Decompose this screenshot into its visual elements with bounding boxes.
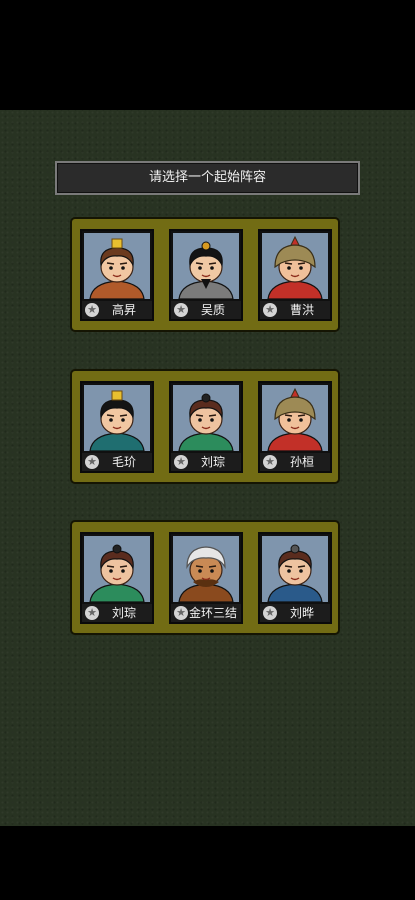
hero-portrait-crowned-official-icon [84,385,150,451]
lineup-option-2[interactable]: ★ 毛玠 ★ 刘琮 ★ 孙桓 [70,369,340,484]
hero-name: 孙桓 [289,455,314,469]
hero-portrait-crowned-boy-icon [84,233,150,299]
hero-card[interactable]: ★ 孙桓 [258,381,332,473]
star-icon: ★ [263,303,277,317]
star-icon: ★ [263,455,277,469]
hero-card[interactable]: ★ 吴质 [169,229,243,321]
hero-name: 高昇 [111,303,136,317]
hero-portrait-helmet-warrior-icon [262,385,328,451]
hero-card[interactable]: ★ 金环三结 [169,532,243,624]
hero-card[interactable]: ★ 刘琮 [169,381,243,473]
hero-name: 吴质 [200,303,225,317]
hero-nameplate: ★ 孙桓 [260,453,330,471]
hero-name: 刘晔 [289,606,314,620]
hero-name: 曹洪 [289,303,314,317]
hero-portrait-topknot-strategist-icon [262,536,328,602]
star-icon: ★ [85,303,99,317]
star-icon: ★ [85,455,99,469]
hero-portrait-helmet-general-icon [262,233,328,299]
hero-nameplate: ★ 曹洪 [260,301,330,319]
hero-nameplate: ★ 刘琮 [82,604,152,622]
hero-card[interactable]: ★ 刘晔 [258,532,332,624]
lineup-option-1[interactable]: ★ 高昇 ★ 吴质 ★ 曹洪 [70,217,340,332]
hero-nameplate: ★ 刘琮 [171,453,241,471]
hero-name: 刘琮 [111,606,136,620]
hero-card[interactable]: ★ 曹洪 [258,229,332,321]
star-icon: ★ [85,606,99,620]
hero-nameplate: ★ 毛玠 [82,453,152,471]
hero-nameplate: ★ 吴质 [171,301,241,319]
hero-portrait-young-noble-icon [84,536,150,602]
star-icon: ★ [174,303,188,317]
hero-card[interactable]: ★ 毛玠 [80,381,154,473]
hero-card[interactable]: ★ 刘琮 [80,532,154,624]
hero-name: 刘琮 [200,455,225,469]
hero-nameplate: ★ 金环三结 [171,604,241,622]
hero-portrait-bearded-scholar-icon [173,233,239,299]
bottom-letterbox [0,826,415,900]
hero-card[interactable]: ★ 高昇 [80,229,154,321]
hero-portrait-nanman-chief-icon [173,536,239,602]
hero-nameplate: ★ 刘晔 [260,604,330,622]
hero-name: 金环三结 [188,606,237,620]
star-icon: ★ [263,606,277,620]
star-icon: ★ [174,606,188,620]
lineup-prompt-text: 请选择一个起始阵容 [148,170,266,185]
hero-nameplate: ★ 高昇 [82,301,152,319]
lineup-option-3[interactable]: ★ 刘琮 ★ 金环三结 ★ 刘晔 [70,520,340,635]
lineup-prompt-banner: 请选择一个起始阵容 [55,161,360,195]
star-icon: ★ [174,455,188,469]
hero-name: 毛玠 [111,455,136,469]
hero-portrait-young-noble-icon [173,385,239,451]
